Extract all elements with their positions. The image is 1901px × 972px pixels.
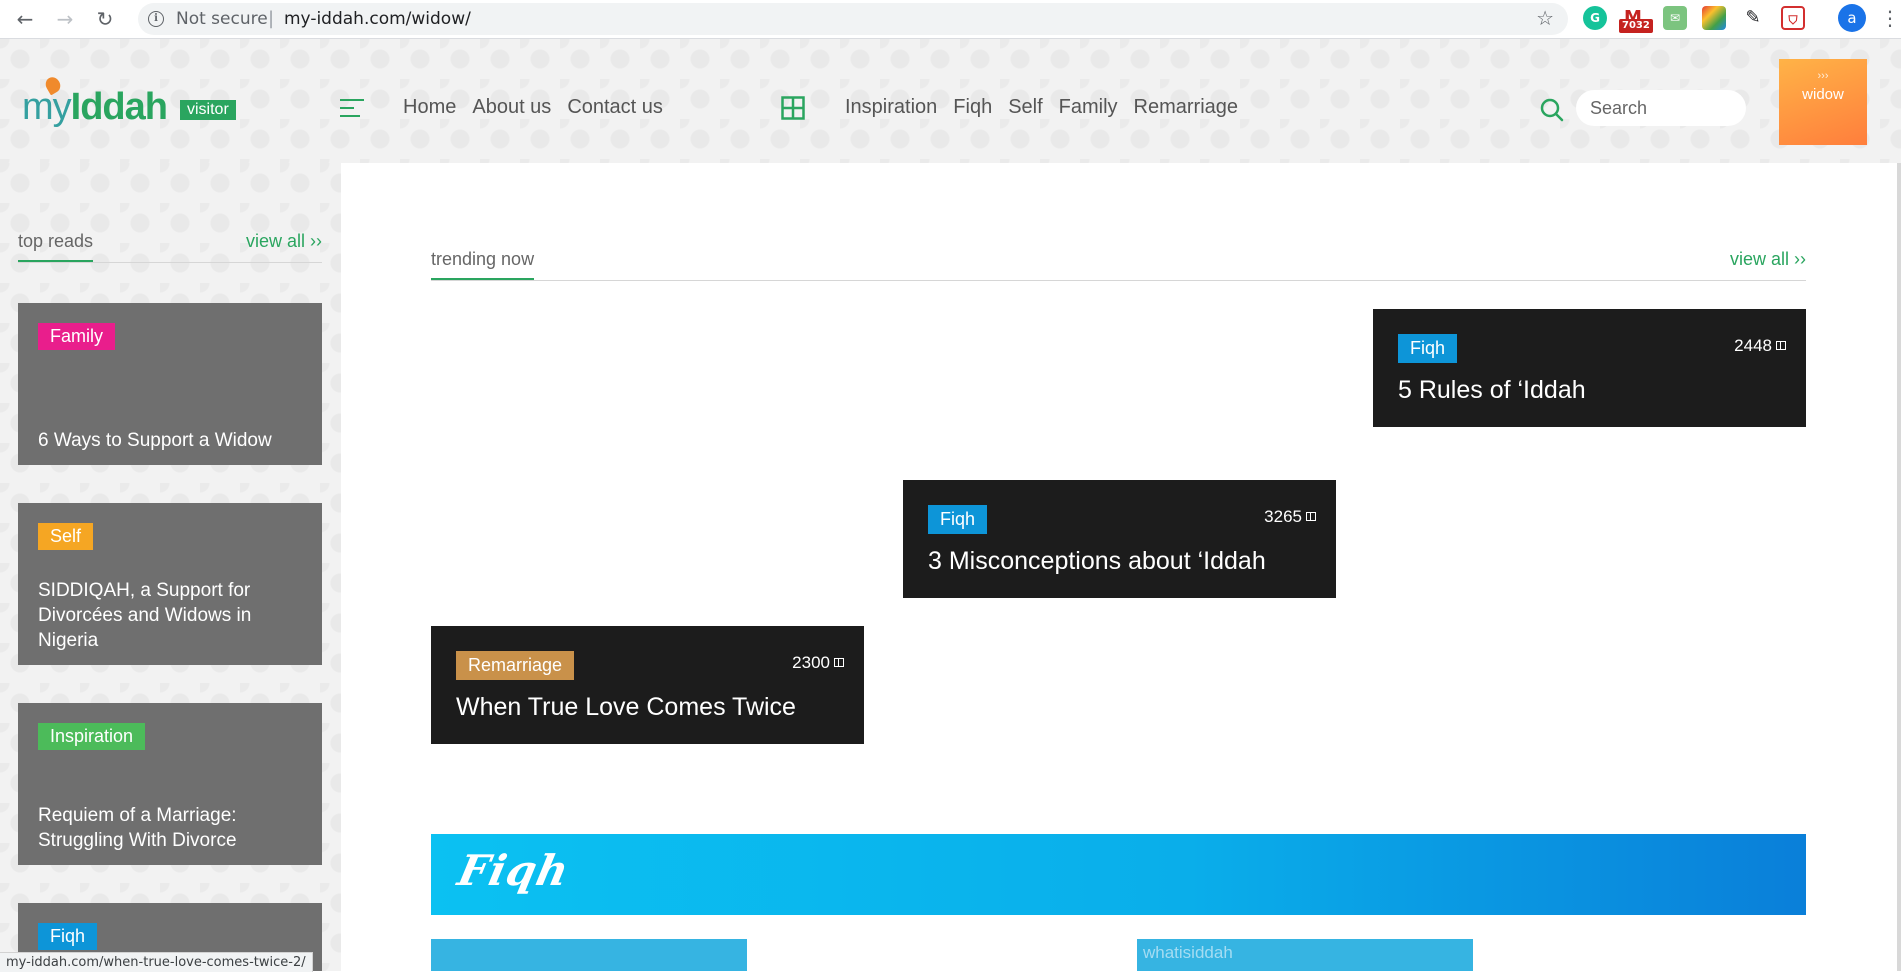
trending-card[interactable]: Remarriage 2300 When True Love Comes Twi… — [431, 626, 864, 744]
widow-section-tile[interactable]: ››› widow — [1779, 59, 1867, 145]
logo-my: my — [22, 86, 72, 128]
top-read-card[interactable]: Family 6 Ways to Support a Widow — [18, 303, 322, 465]
category-tag[interactable]: Fiqh — [38, 923, 98, 950]
info-icon[interactable]: i — [148, 11, 164, 27]
page-scrollbar[interactable] — [1897, 163, 1901, 971]
security-label: Not secure — [176, 9, 268, 29]
view-count: 2300 — [792, 653, 844, 673]
widow-tile-label: widow — [1802, 86, 1844, 103]
top-read-card[interactable]: Self SIDDIQAH, a Support for Divorcées a… — [18, 503, 322, 665]
view-count-value: 3265 — [1264, 507, 1302, 526]
trending-card[interactable]: Fiqh 3265 3 Misconceptions about ‘Iddah — [903, 480, 1336, 598]
category-tag[interactable]: Fiqh — [928, 505, 988, 534]
forward-arrow-icon[interactable]: → — [50, 4, 80, 34]
mail-check-extension-icon[interactable]: ✉ — [1663, 6, 1687, 30]
book-icon — [1776, 341, 1786, 350]
view-count: 2448 — [1734, 336, 1786, 356]
nav-fiqh[interactable]: Fiqh — [953, 96, 992, 118]
category-tag[interactable]: Fiqh — [1398, 334, 1458, 363]
trending-heading: trending now — [431, 249, 535, 281]
nav-home[interactable]: Home — [403, 96, 456, 118]
browser-menu-icon[interactable]: ⋮ — [1880, 4, 1900, 32]
main-content: trending now view all ›› Fiqh 2448 5 Rul… — [341, 163, 1901, 971]
view-count-value: 2448 — [1734, 336, 1772, 355]
fiqh-section-banner[interactable]: Fiqh — [431, 834, 1806, 915]
gmail-count-badge: 7032 — [1619, 19, 1653, 33]
card-title[interactable]: 3 Misconceptions about ‘Iddah — [928, 547, 1266, 576]
eyedropper-extension-icon[interactable]: ✎ — [1741, 6, 1765, 30]
logo-iddah: Iddah — [70, 86, 168, 128]
nav-family[interactable]: Family — [1059, 96, 1118, 118]
search-input[interactable] — [1576, 90, 1746, 126]
back-arrow-icon[interactable]: ← — [10, 4, 40, 34]
bookmark-star-icon[interactable]: ☆ — [1536, 6, 1554, 30]
nav-about-us[interactable]: About us — [472, 96, 551, 118]
top-reads-header: top reads view all ›› — [18, 231, 322, 265]
view-count-value: 2300 — [792, 653, 830, 672]
color-picker-extension-icon[interactable] — [1702, 6, 1726, 30]
address-separator: | — [268, 8, 275, 29]
pocket-extension-icon[interactable]: ⛉ — [1781, 6, 1805, 30]
card-title[interactable]: When True Love Comes Twice — [456, 693, 796, 722]
category-nav: Inspiration Fiqh Self Family Remarriage — [845, 96, 1254, 119]
hamburger-menu-icon[interactable] — [340, 99, 364, 121]
top-reads-sidebar: top reads view all ›› Family 6 Ways to S… — [0, 163, 341, 971]
reload-icon[interactable]: ↻ — [90, 4, 120, 34]
profile-avatar[interactable]: a — [1838, 4, 1866, 32]
trending-view-all-link[interactable]: view all ›› — [1730, 249, 1806, 270]
trending-header: trending now view all ›› — [431, 249, 1806, 283]
card-title[interactable]: Requiem of a Marriage: Struggling With D… — [38, 803, 314, 853]
browser-toolbar: ← → ↻ i Not secure | my-iddah.com/widow/… — [0, 0, 1901, 39]
category-tag[interactable]: Self — [38, 523, 94, 550]
top-read-card[interactable]: Inspiration Requiem of a Marriage: Strug… — [18, 703, 322, 865]
url-text[interactable]: my-iddah.com/widow/ — [284, 9, 471, 29]
visitor-badge: visitor — [180, 100, 236, 120]
categories-grid-icon[interactable] — [781, 96, 805, 120]
category-tag[interactable]: Family — [38, 323, 115, 350]
book-icon — [1306, 512, 1316, 521]
nav-inspiration[interactable]: Inspiration — [845, 96, 937, 118]
top-reads-view-all-link[interactable]: view all ›› — [246, 231, 322, 252]
trending-card[interactable]: Fiqh 2448 5 Rules of ‘Iddah — [1373, 309, 1806, 427]
nav-contact-us[interactable]: Contact us — [567, 96, 663, 118]
top-reads-heading: top reads — [18, 231, 94, 263]
article-thumbnail[interactable] — [431, 939, 747, 971]
link-status-bar: my-iddah.com/when-true-love-comes-twice-… — [0, 952, 313, 972]
search-icon[interactable] — [1540, 98, 1564, 122]
nav-self[interactable]: Self — [1008, 96, 1042, 118]
article-thumbnail[interactable]: whatisiddah — [1137, 939, 1473, 971]
category-tag[interactable]: Inspiration — [38, 723, 146, 750]
category-tag[interactable]: Remarriage — [456, 651, 575, 680]
image-alt-text: whatisiddah — [1143, 943, 1233, 962]
section-divider — [18, 262, 322, 263]
book-icon — [834, 658, 844, 667]
grammarly-extension-icon[interactable]: G — [1583, 6, 1607, 30]
primary-nav: Home About us Contact us — [403, 96, 679, 119]
address-bar[interactable]: i Not secure | my-iddah.com/widow/ ☆ — [138, 3, 1568, 35]
view-count: 3265 — [1264, 507, 1316, 527]
chevron-right-icon: ››› — [1817, 70, 1829, 82]
site-logo[interactable]: myIddah — [22, 86, 168, 128]
card-title[interactable]: 6 Ways to Support a Widow — [38, 428, 314, 453]
nav-remarriage[interactable]: Remarriage — [1134, 96, 1238, 118]
card-title[interactable]: 5 Rules of ‘Iddah — [1398, 376, 1586, 405]
section-divider — [431, 280, 1806, 281]
site-header: myIddah visitor Home About us Contact us I… — [0, 39, 1901, 163]
card-title[interactable]: SIDDIQAH, a Support for Divorcées and Wi… — [38, 578, 314, 653]
fiqh-banner-title: Fiqh — [453, 846, 574, 895]
